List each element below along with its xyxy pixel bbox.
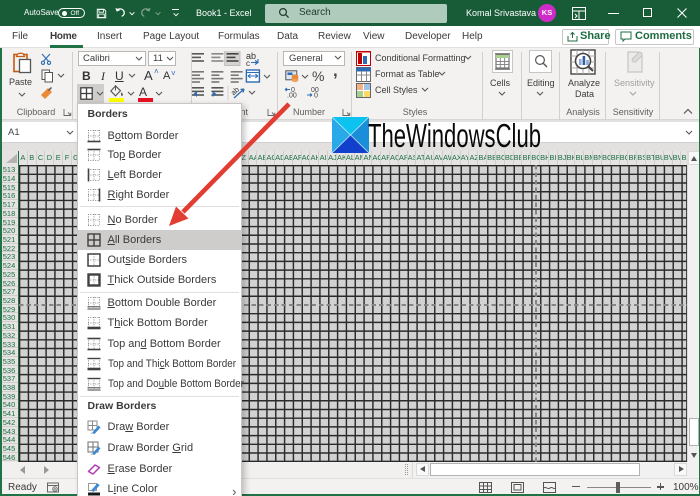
svg-text:0: 0 <box>314 93 318 99</box>
svg-text:c: c <box>246 59 250 68</box>
svg-text:ab: ab <box>229 85 241 97</box>
svg-text:.00: .00 <box>287 93 297 99</box>
